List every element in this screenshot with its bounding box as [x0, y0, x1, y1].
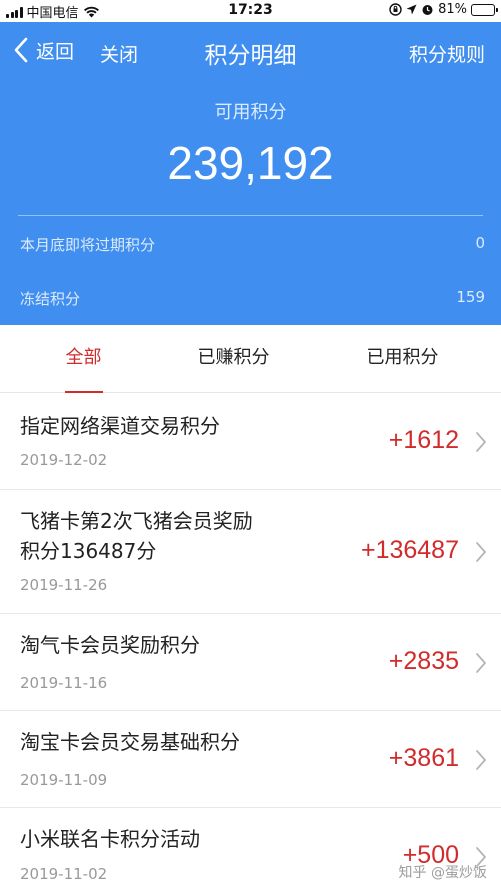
chevron-right-icon	[476, 750, 486, 770]
watermark: 知乎 @蛋炒饭	[398, 865, 487, 881]
record-date: 2019-11-26	[20, 576, 108, 594]
frozen-points-value: 159	[456, 288, 485, 306]
tab-used[interactable]: 已用积分	[319, 325, 486, 393]
battery-icon	[471, 3, 498, 16]
expiring-points-row: 本月底即将过期积分 0	[20, 234, 485, 255]
record-date: 2019-11-16	[20, 674, 108, 692]
alarm-icon	[422, 5, 433, 15]
list-item[interactable]: 指定网络渠道交易积分 2019-12-02 +1612	[0, 393, 501, 490]
tab-earned[interactable]: 已赚积分	[150, 325, 317, 393]
chevron-left-icon	[14, 37, 28, 63]
record-amount: +3861	[388, 744, 459, 772]
chevron-right-icon	[476, 432, 486, 452]
lock-rotation-icon	[389, 3, 402, 16]
record-title: 淘宝卡会员交易基础积分	[20, 730, 240, 754]
record-amount: +136487	[360, 536, 459, 564]
expiring-points-label: 本月底即将过期积分	[20, 236, 156, 254]
expiring-points-value: 0	[475, 234, 485, 252]
record-date: 2019-12-02	[20, 451, 108, 469]
tab-all[interactable]: 全部	[0, 325, 167, 393]
record-title: 淘气卡会员奖励积分	[20, 633, 200, 657]
close-button[interactable]: 关闭	[100, 40, 138, 67]
list-item[interactable]: 淘气卡会员奖励积分 2019-11-16 +2835	[0, 614, 501, 711]
available-points-value: 239,192	[167, 137, 334, 189]
header-divider	[18, 215, 483, 216]
points-header: 返回 关闭 积分明细 积分规则 可用积分 239,192 本月底即将过期积分 0…	[0, 22, 501, 325]
frozen-points-label: 冻结积分	[20, 290, 81, 308]
record-title: 小米联名卡积分活动	[20, 827, 200, 851]
record-amount: +1612	[388, 426, 459, 454]
record-date: 2019-11-09	[20, 771, 108, 789]
status-right: 81%	[389, 2, 498, 17]
record-title-line-1: 飞猪卡第2次飞猪会员奖励	[20, 509, 253, 533]
list-item[interactable]: 淘宝卡会员交易基础积分 2019-11-09 +3861	[0, 711, 501, 808]
record-amount: +2835	[388, 647, 459, 675]
available-points-label: 可用积分	[214, 102, 287, 123]
record-title-line-2: 积分136487分	[20, 539, 157, 563]
status-bar: 中国电信 17:23 81%	[0, 0, 501, 22]
frozen-points-row: 冻结积分 159	[20, 288, 485, 309]
chevron-right-icon	[476, 653, 486, 673]
record-date: 2019-11-02	[20, 865, 108, 883]
battery-percent: 81%	[438, 2, 467, 17]
chevron-right-icon	[476, 542, 486, 562]
location-icon	[406, 4, 417, 15]
filter-tabs: 全部 已赚积分 已用积分	[0, 325, 501, 393]
list-item[interactable]: 飞猪卡第2次飞猪会员奖励 积分136487分 2019-11-26 +13648…	[0, 490, 501, 614]
record-title: 指定网络渠道交易积分	[20, 414, 220, 438]
back-label: 返回	[36, 40, 75, 63]
points-rules-button[interactable]: 积分规则	[409, 40, 485, 67]
nav-bar: 返回 关闭 积分明细 积分规则	[0, 22, 501, 82]
back-button[interactable]: 返回	[12, 36, 74, 64]
